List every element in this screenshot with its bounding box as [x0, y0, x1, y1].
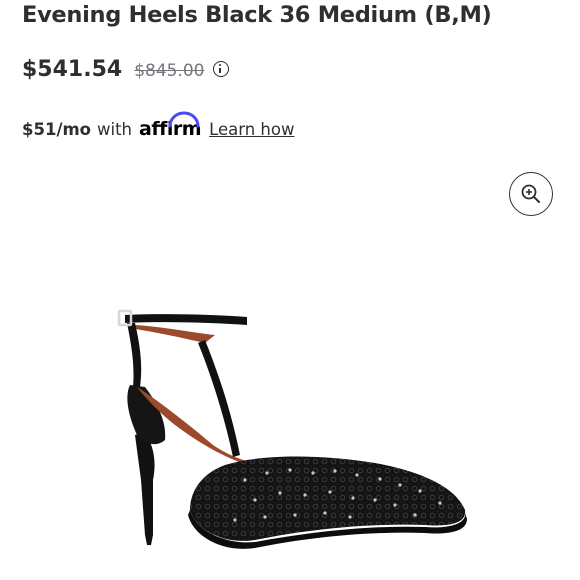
product-title: Evening Heels Black 36 Medium (B,M)	[22, 2, 492, 28]
current-price: $541.54	[22, 57, 123, 82]
was-price: $845.00	[134, 61, 205, 81]
monthly-payment: $51/mo	[22, 120, 91, 139]
strap-lining	[135, 325, 215, 343]
product-image[interactable]	[95, 295, 475, 565]
ankle-strap	[125, 314, 247, 325]
sling-strap	[127, 323, 142, 387]
affirm-logo: affirm	[139, 111, 202, 140]
price-row: $541.54 $845.00	[22, 57, 229, 82]
info-icon[interactable]	[212, 61, 229, 77]
zoom-in-icon	[521, 184, 540, 203]
affirm-arc-icon	[168, 111, 200, 128]
with-text: with	[97, 120, 133, 139]
learn-how-link[interactable]: Learn how	[209, 120, 294, 139]
affirm-financing: $51/mo with affirm Learn how	[22, 111, 294, 140]
zoom-button[interactable]	[509, 172, 553, 216]
shoe-heel	[135, 432, 155, 545]
